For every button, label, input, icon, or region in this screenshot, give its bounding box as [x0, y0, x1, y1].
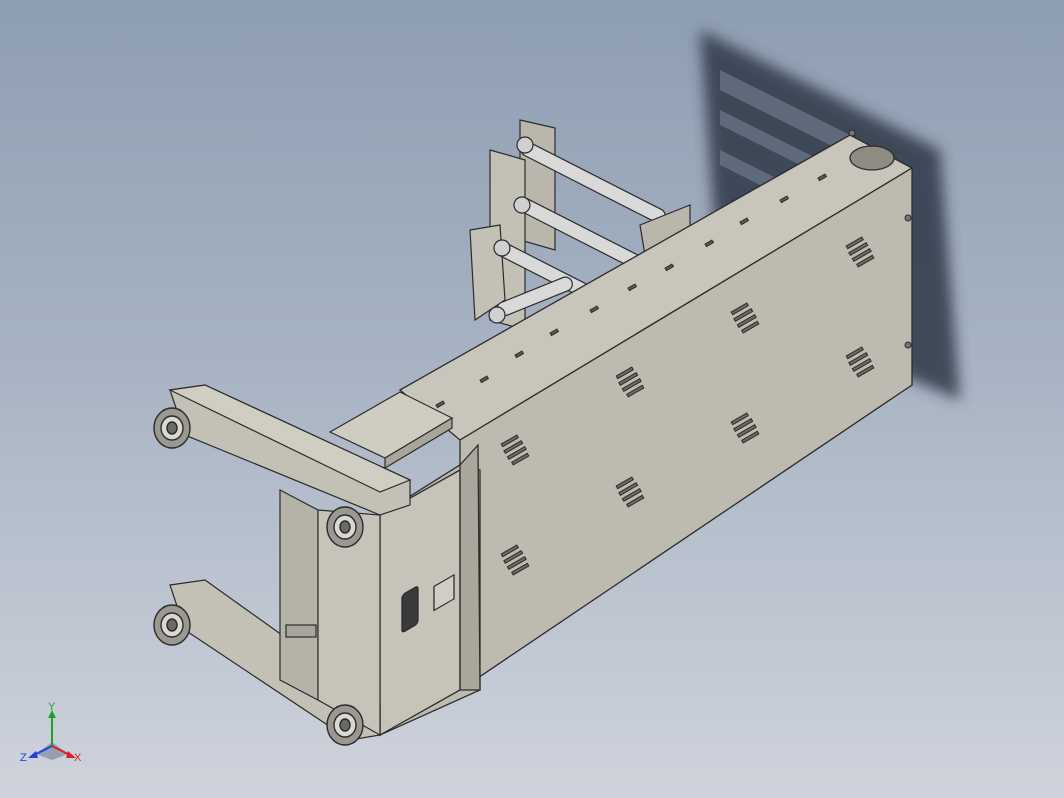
caster-front-right [326, 506, 364, 548]
rod-end-3 [493, 239, 511, 257]
orientation-triad[interactable]: Y X Z [18, 702, 88, 772]
vertical-post [279, 489, 319, 701]
caster-rear-left [153, 604, 191, 646]
front-box-bevel [459, 443, 481, 691]
z-axis-arrow [28, 751, 38, 758]
caster-front-left [153, 407, 191, 449]
z-axis-label: Z [20, 752, 27, 764]
y-axis-label: Y [48, 702, 56, 713]
post-bracket [285, 624, 317, 638]
rod-end-1 [516, 136, 534, 154]
graphics-viewport[interactable]: Y X Z [0, 0, 1064, 798]
x-axis-label: X [74, 752, 82, 764]
rod-end-2 [513, 196, 531, 214]
cad-model[interactable] [0, 0, 1064, 798]
rod-end-4 [488, 306, 506, 324]
caster-rear-right [326, 704, 364, 746]
end-tube-opening [849, 145, 895, 171]
